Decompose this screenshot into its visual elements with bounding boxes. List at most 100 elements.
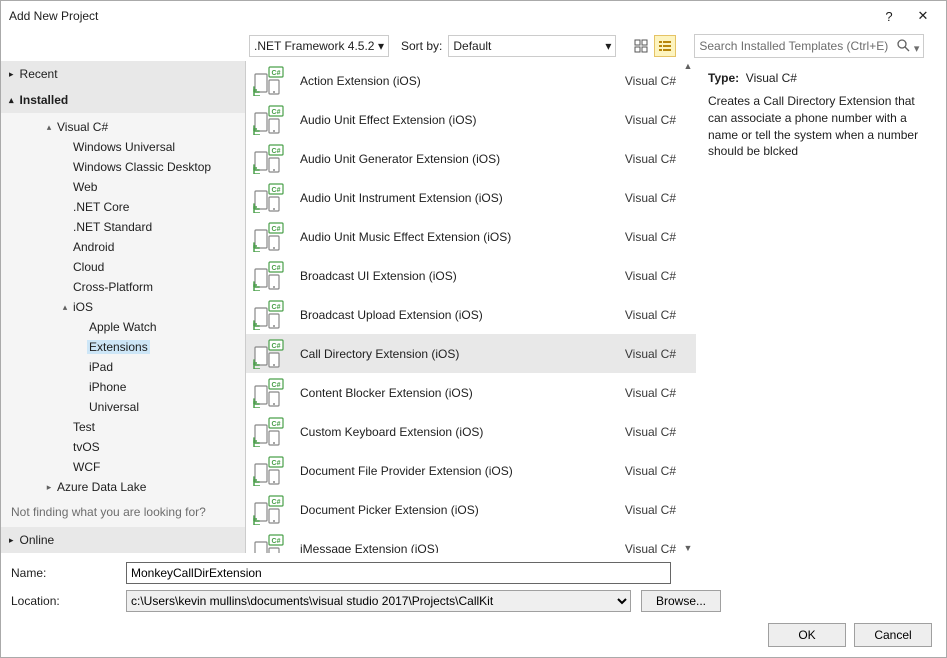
template-name: Broadcast Upload Extension (iOS) xyxy=(300,308,615,322)
template-row[interactable]: C#Broadcast UI Extension (iOS)Visual C# xyxy=(246,256,696,295)
titlebar: Add New Project ? ✕ xyxy=(1,1,946,31)
svg-text:C#: C# xyxy=(272,304,281,311)
svg-text:C#: C# xyxy=(272,187,281,194)
ok-button[interactable]: OK xyxy=(768,623,846,647)
template-row[interactable]: C# Document File Provider Extension (iOS)… xyxy=(246,451,696,490)
sidebar-section-recent[interactable]: ▸ Recent xyxy=(1,61,245,87)
tree-item-ios[interactable]: ▴iOS xyxy=(1,297,245,317)
template-language: Visual C# xyxy=(625,464,682,478)
sidebar: ▸ Recent ▴ Installed ▴Visual C# Windows U… xyxy=(1,61,246,553)
tree-item--net-standard[interactable]: .NET Standard xyxy=(1,217,245,237)
tree-item-label: Universal xyxy=(87,400,141,414)
scroll-down-icon[interactable]: ▼ xyxy=(684,543,693,553)
tree-item-tvos[interactable]: tvOS xyxy=(1,437,245,457)
tree-item-apple-watch[interactable]: Apple Watch xyxy=(1,317,245,337)
template-row[interactable]: C#Content Blocker Extension (iOS)Visual … xyxy=(246,373,696,412)
template-row[interactable]: C# Custom Keyboard Extension (iOS) Visual … xyxy=(246,412,696,451)
template-language: Visual C# xyxy=(625,269,682,283)
sidebar-tree: ▴Visual C# Windows Universal Windows Class… xyxy=(1,113,245,497)
template-name: Custom Keyboard Extension (iOS) xyxy=(300,425,615,439)
svg-text:C#: C# xyxy=(272,460,281,467)
location-select[interactable]: c:\Users\kevin mullins\documents\visual … xyxy=(126,590,631,612)
view-medium-icons-button[interactable] xyxy=(630,35,652,57)
template-name: Audio Unit Effect Extension (iOS) xyxy=(300,113,615,127)
tree-item-wcf[interactable]: WCF xyxy=(1,457,245,477)
chevron-right-icon: ▸ xyxy=(9,535,14,546)
template-name: Call Directory Extension (iOS) xyxy=(300,347,615,361)
tree-item-label: Test xyxy=(71,420,97,434)
template-name: iMessage Extension (iOS) xyxy=(300,542,615,554)
sort-select[interactable]: Default ▾ xyxy=(448,35,616,57)
template-language: Visual C# xyxy=(625,542,682,554)
svg-text:C#: C# xyxy=(272,421,281,428)
chevron-down-icon: ▾ xyxy=(605,39,611,53)
template-row[interactable]: C#Audio Unit Generator Extension (iOS)Vi… xyxy=(246,139,696,178)
tree-item-web[interactable]: Web xyxy=(1,177,245,197)
tree-item-android[interactable]: Android xyxy=(1,237,245,257)
template-row[interactable]: C#Call Directory Extension (iOS)Visual C… xyxy=(246,334,696,373)
template-row[interactable]: C# iMessage Extension (iOS) Visual C# xyxy=(246,529,696,553)
tree-item-visual-c-[interactable]: ▴Visual C# xyxy=(1,117,245,137)
tree-item-label: Web xyxy=(71,180,99,194)
tree-item-universal[interactable]: Universal xyxy=(1,397,245,417)
tree-item-label: iOS xyxy=(71,300,95,314)
browse-button[interactable]: Browse... xyxy=(641,590,721,612)
template-row[interactable]: C#Audio Unit Effect Extension (iOS)Visua… xyxy=(246,100,696,139)
sidebar-section-online[interactable]: ▸ Online xyxy=(1,527,245,553)
framework-select[interactable]: .NET Framework 4.5.2 ▾ xyxy=(249,35,389,57)
scrollbar[interactable]: ▲ ▼ xyxy=(680,61,696,553)
template-row[interactable]: C#Broadcast Upload Extension (iOS)Visual… xyxy=(246,295,696,334)
template-row[interactable]: C#Audio Unit Instrument Extension (iOS)V… xyxy=(246,178,696,217)
tree-item-ipad[interactable]: iPad xyxy=(1,357,245,377)
template-row[interactable]: C# Audio Unit Music Effect Extension (iOS… xyxy=(246,217,696,256)
project-name-input[interactable] xyxy=(126,562,671,584)
sidebar-section-installed[interactable]: ▴ Installed xyxy=(1,87,245,113)
tree-item-extensions[interactable]: Extensions xyxy=(1,337,245,357)
tree-item-cloud[interactable]: Cloud xyxy=(1,257,245,277)
svg-text:C#: C# xyxy=(272,70,281,77)
search-placeholder: Search Installed Templates (Ctrl+E) xyxy=(699,39,888,53)
tree-item--net-core[interactable]: .NET Core xyxy=(1,197,245,217)
template-icon: C# xyxy=(252,65,290,97)
template-icon: C# xyxy=(252,338,290,370)
tree-item-label: Azure Data Lake xyxy=(55,480,148,494)
template-icon: C# xyxy=(252,260,290,292)
template-icon: C# xyxy=(252,533,290,554)
template-language: Visual C# xyxy=(625,425,682,439)
template-name: Document File Provider Extension (iOS) xyxy=(300,464,615,478)
close-icon[interactable]: ✕ xyxy=(908,5,938,27)
template-language: Visual C# xyxy=(625,74,682,88)
not-finding-link[interactable]: Not finding what you are looking for? xyxy=(1,497,245,527)
scroll-up-icon[interactable]: ▲ xyxy=(684,61,693,71)
template-icon: C# xyxy=(252,143,290,175)
template-icon: C# xyxy=(252,182,290,214)
search-input[interactable]: Search Installed Templates (Ctrl+E) ▾ xyxy=(694,34,924,58)
view-buttons xyxy=(630,35,676,57)
tree-item-label: Windows Universal xyxy=(71,140,177,154)
sort-by-label: Sort by: xyxy=(401,39,442,53)
template-row[interactable]: C#Action Extension (iOS)Visual C# xyxy=(246,61,696,100)
window-controls: ? ✕ xyxy=(874,5,938,27)
template-language: Visual C# xyxy=(625,230,682,244)
template-name: Audio Unit Generator Extension (iOS) xyxy=(300,152,615,166)
tree-item-iphone[interactable]: iPhone xyxy=(1,377,245,397)
tree-item-azure-data-lake[interactable]: ▸Azure Data Lake xyxy=(1,477,245,497)
tree-arrow-icon: ▴ xyxy=(59,302,71,313)
tree-item-test[interactable]: Test xyxy=(1,417,245,437)
tree-item-cross-platform[interactable]: Cross-Platform xyxy=(1,277,245,297)
template-row[interactable]: C#Document Picker Extension (iOS)Visual … xyxy=(246,490,696,529)
template-language: Visual C# xyxy=(625,386,682,400)
details-description: Creates a Call Directory Extension that … xyxy=(708,93,934,160)
type-label: Type: xyxy=(708,71,739,85)
cancel-button[interactable]: Cancel xyxy=(854,623,932,647)
tree-item-label: iPhone xyxy=(87,380,128,394)
tree-item-label: WCF xyxy=(71,460,102,474)
template-name: Audio Unit Instrument Extension (iOS) xyxy=(300,191,615,205)
svg-text:C#: C# xyxy=(272,226,281,233)
template-name: Audio Unit Music Effect Extension (iOS) xyxy=(300,230,615,244)
tree-item-label: .NET Standard xyxy=(71,220,154,234)
help-icon[interactable]: ? xyxy=(874,5,904,27)
tree-item-windows-classic-desktop[interactable]: Windows Classic Desktop xyxy=(1,157,245,177)
view-list-button[interactable] xyxy=(654,35,676,57)
tree-item-windows-universal[interactable]: Windows Universal xyxy=(1,137,245,157)
